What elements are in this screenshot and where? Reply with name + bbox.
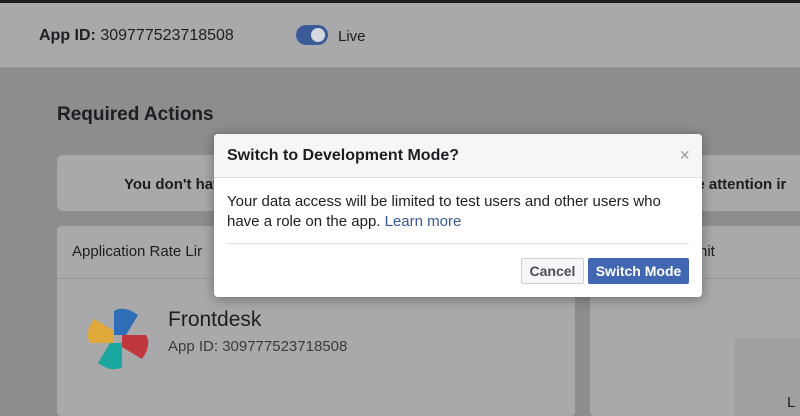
frontdesk-logo-icon (87, 308, 149, 370)
app-id-value: 309777523718508 (100, 27, 234, 44)
dialog-header: Switch to Development Mode? × (214, 134, 702, 178)
switch-mode-button[interactable]: Switch Mode (588, 258, 689, 284)
card-app-id: App ID: 309777523718508 (168, 338, 348, 355)
learn-more-link[interactable]: Learn more (385, 213, 462, 230)
toggle-knob (311, 28, 325, 42)
app-name: Frontdesk (168, 308, 262, 331)
app-header: App ID: 309777523718508 Live (0, 3, 800, 68)
dialog-body: Your data access will be limited to test… (227, 192, 693, 232)
dialog-divider (227, 243, 689, 244)
live-mode-toggle[interactable] (296, 25, 328, 45)
cancel-button[interactable]: Cancel (521, 258, 584, 284)
right-card-panel: L (735, 338, 800, 416)
close-icon[interactable]: × (679, 145, 690, 166)
dialog-title: Switch to Development Mode? (227, 147, 460, 164)
rate-limit-card-title: Application Rate Lir (72, 243, 203, 260)
app-id-label: App ID: (39, 27, 96, 44)
required-actions-title: Required Actions (57, 104, 214, 125)
header-app-id: App ID: 309777523718508 (39, 27, 234, 45)
right-card-snippet: L (787, 394, 796, 411)
switch-mode-dialog: Switch to Development Mode? × Your data … (214, 134, 702, 297)
live-mode-label: Live (338, 28, 366, 45)
notice-text-left: You don't hav (124, 176, 222, 193)
